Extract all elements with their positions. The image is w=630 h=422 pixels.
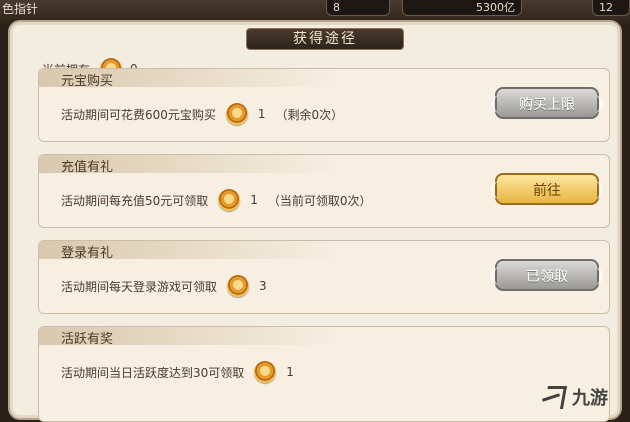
top-left-label: 色指针 bbox=[2, 2, 39, 16]
claimed-label: 已领取 bbox=[526, 269, 568, 285]
section-title: 登录有礼 bbox=[61, 246, 114, 261]
section-desc: 活动期间可花费600元宝购买 bbox=[61, 107, 216, 122]
section-desc: 活动期间当日活跃度达到30可领取 bbox=[61, 365, 245, 380]
panel-title: 获得途径 bbox=[246, 28, 404, 50]
top-resource-chip-2: 5300亿 bbox=[402, 0, 522, 16]
watermark-text: 九游 bbox=[572, 388, 608, 409]
button-ornament-left bbox=[491, 267, 506, 285]
section-recharge-gift: 充值有礼 活动期间每充值50元可领取 1 （当前可领取0次） 前往 bbox=[38, 154, 610, 228]
section-desc: 活动期间每天登录游戏可领取 bbox=[61, 279, 218, 294]
button-ornament-left bbox=[491, 95, 506, 113]
reward-qty: 1 bbox=[250, 193, 258, 207]
nine-game-logo-icon bbox=[544, 384, 566, 410]
section-login-gift: 登录有礼 活动期间每天登录游戏可领取 3 已领取 bbox=[38, 240, 610, 314]
claimed-button[interactable]: 已领取 bbox=[491, 259, 603, 291]
purchase-limit-button[interactable]: 购买上限 bbox=[491, 87, 603, 119]
section-desc: 活动期间每充值50元可领取 bbox=[61, 193, 209, 208]
button-ornament-right bbox=[588, 267, 603, 285]
section-desc-row: 活动期间可花费600元宝购买 1 （剩余0次） bbox=[61, 103, 343, 125]
reward-qty: 3 bbox=[259, 279, 267, 293]
section-title: 充值有礼 bbox=[61, 160, 114, 175]
goto-label: 前往 bbox=[533, 183, 561, 199]
section-desc-row: 活动期间每天登录游戏可领取 3 bbox=[61, 275, 267, 297]
goto-button[interactable]: 前往 bbox=[491, 173, 603, 205]
section-desc-row: 活动期间每充值50元可领取 1 （当前可领取0次） bbox=[61, 189, 372, 211]
reward-qty: 1 bbox=[257, 107, 266, 121]
button-ornament-right bbox=[588, 181, 603, 199]
section-title: 元宝购买 bbox=[61, 74, 114, 89]
top-resource-chip-1: 8 bbox=[326, 0, 390, 16]
section-ingot-purchase: 元宝购买 活动期间可花费600元宝购买 1 （剩余0次） 购买上限 bbox=[38, 68, 610, 142]
gold-coin-icon bbox=[254, 361, 277, 383]
acquisition-panel: 获得途径 当前拥有 0 元宝购买 活动期间可花费600元宝购买 1 （剩余0次）… bbox=[8, 20, 622, 422]
button-ornament-right bbox=[588, 95, 603, 113]
section-desc-row: 活动期间当日活跃度达到30可领取 1 bbox=[61, 361, 294, 383]
claimable-note: （当前可领取0次） bbox=[267, 193, 372, 208]
section-title: 活跃有奖 bbox=[61, 332, 114, 347]
reward-qty: 1 bbox=[286, 365, 294, 379]
purchase-limit-label: 购买上限 bbox=[519, 97, 575, 113]
gold-coin-icon bbox=[227, 275, 250, 297]
gold-coin-icon bbox=[218, 189, 241, 211]
gold-coin-icon bbox=[225, 103, 248, 125]
button-ornament-left bbox=[491, 181, 506, 199]
top-resource-chip-3: 12 bbox=[592, 0, 630, 16]
site-watermark: 九游 bbox=[498, 380, 608, 414]
remaining-note: （剩余0次） bbox=[275, 107, 344, 122]
